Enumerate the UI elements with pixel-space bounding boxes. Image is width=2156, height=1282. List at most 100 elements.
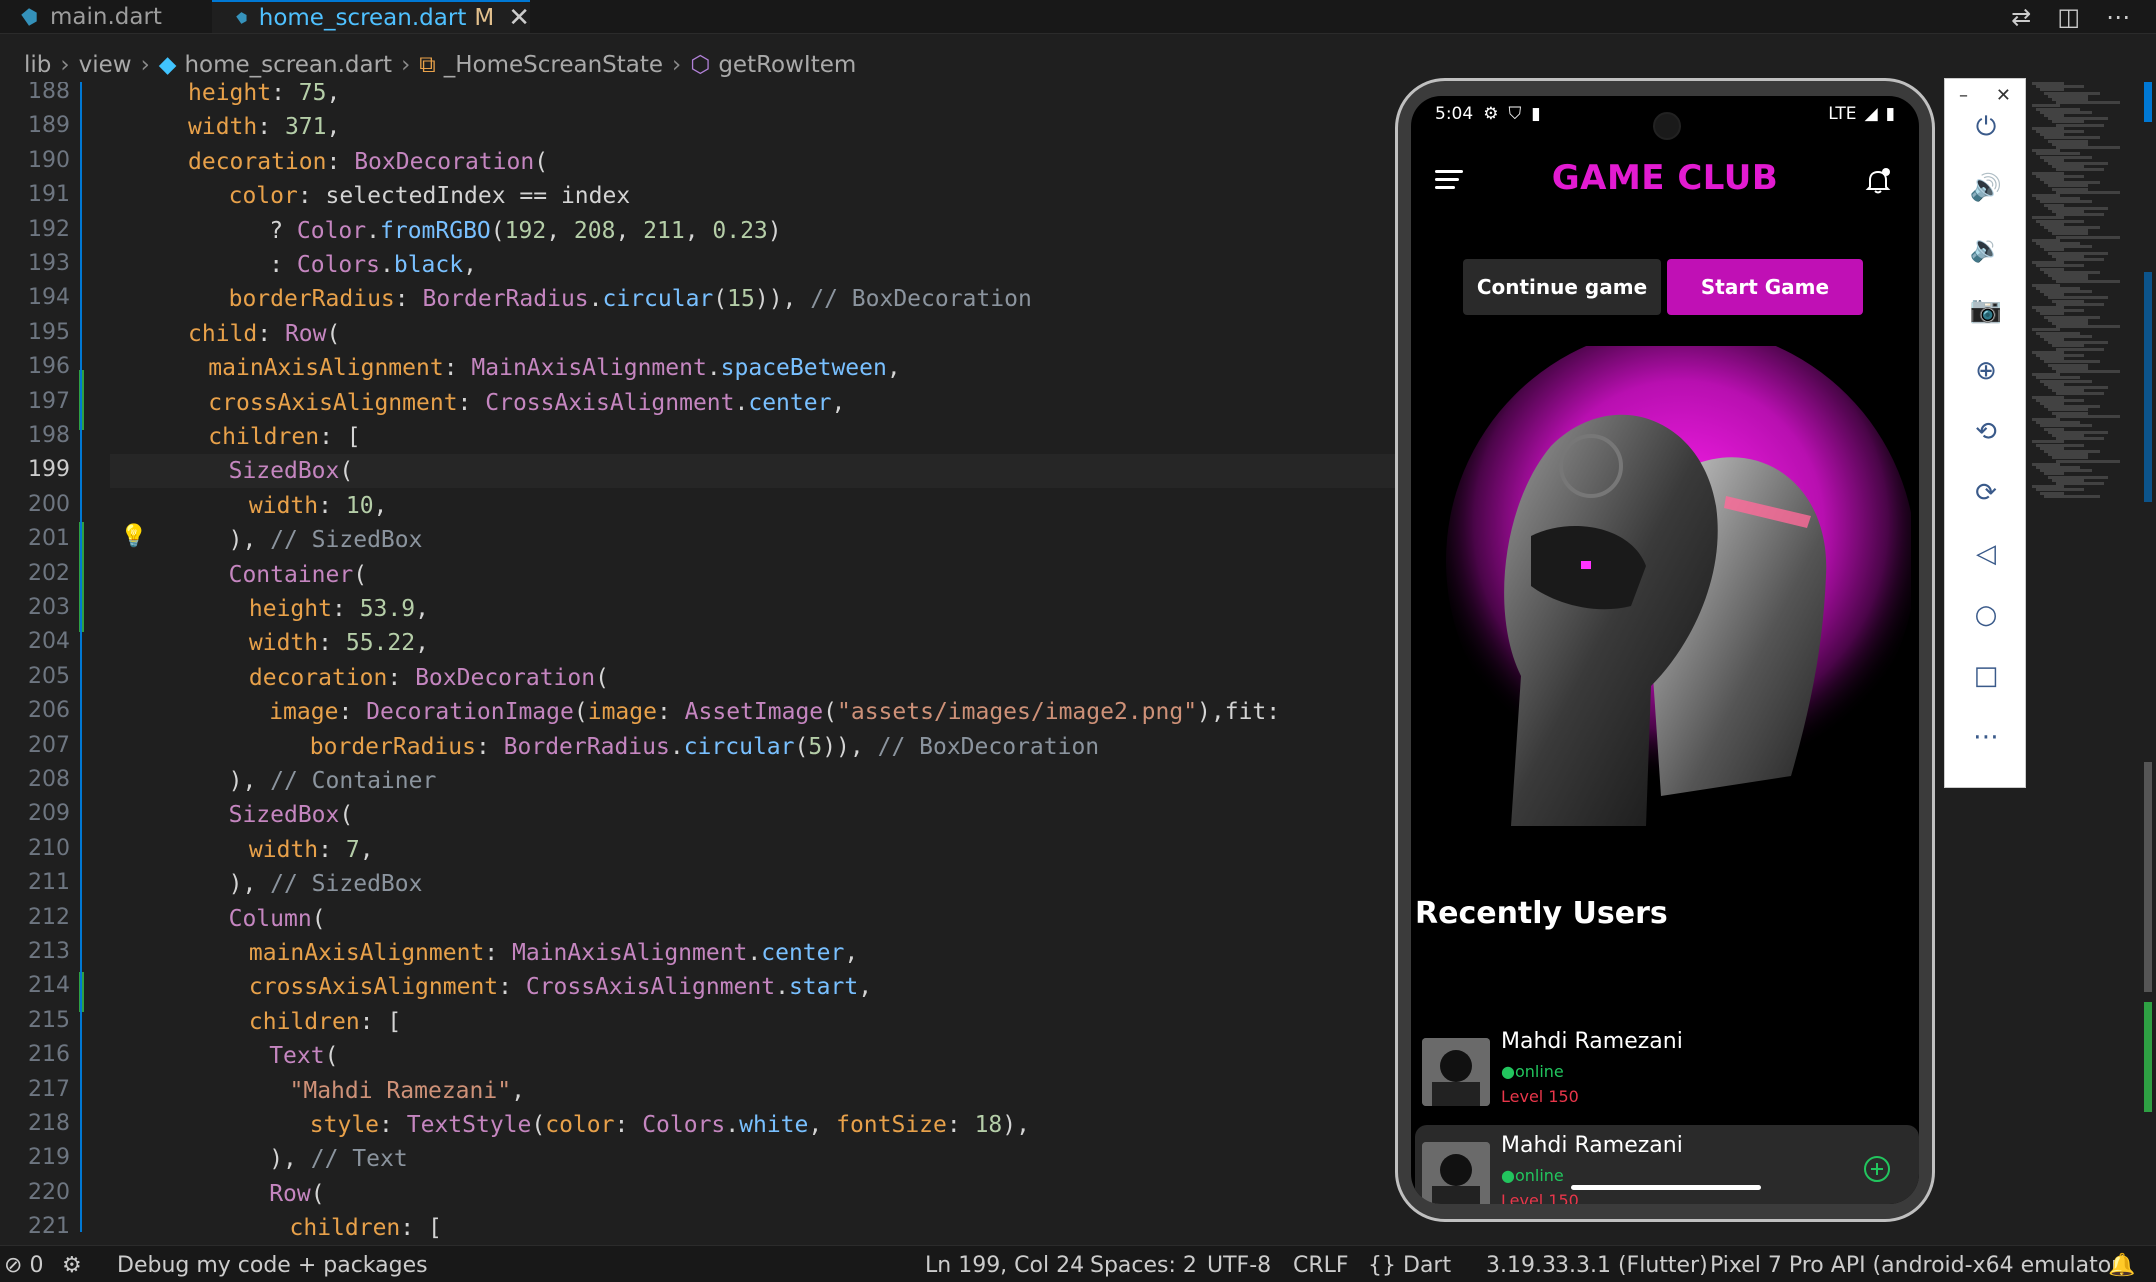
flutter-version[interactable]: 3.3.1 (Flutter)	[1555, 1253, 1708, 1278]
tab-main-dart[interactable]: main.dart	[18, 0, 208, 33]
more-icon[interactable]: ⋯	[1966, 717, 2006, 757]
breadcrumb-class[interactable]: _HomeScreanState	[444, 52, 663, 78]
settings-icon: ⚙	[1483, 104, 1499, 124]
code-line[interactable]: decoration: BoxDecoration(	[249, 661, 609, 695]
code-line[interactable]: ), // Container	[229, 764, 437, 798]
user-name: Mahdi Ramezani	[1501, 1029, 1683, 1054]
code-line[interactable]: borderRadius: BorderRadius.circular(5)),…	[310, 730, 1099, 764]
code-line[interactable]: "Mahdi Ramezani",	[290, 1074, 525, 1108]
zoom-icon[interactable]: ⊕	[1966, 351, 2006, 391]
code-line[interactable]: ), // Text	[269, 1142, 407, 1176]
breadcrumb: lib › view › ◆ home_screan.dart › ⧉ _Hom…	[0, 48, 856, 82]
code-line[interactable]: width: 7,	[249, 833, 374, 867]
volume-down-icon[interactable]: 🔉	[1966, 229, 2006, 269]
split-editor-icon[interactable]: ◫	[2057, 3, 2080, 31]
debug-mode[interactable]: Debug my code + packages	[117, 1253, 428, 1278]
code-line[interactable]: borderRadius: BorderRadius.circular(15))…	[229, 282, 1032, 316]
code-line[interactable]: ), // SizedBox	[229, 867, 423, 901]
code-line[interactable]: ? Color.fromRGBO(192, 208, 211, 0.23)	[269, 214, 781, 248]
code-line[interactable]: mainAxisAlignment: MainAxisAlignment.spa…	[208, 351, 900, 385]
code-line[interactable]: width: 55.22,	[249, 626, 429, 660]
code-line[interactable]: Container(	[229, 558, 367, 592]
code-line[interactable]: Column(	[229, 902, 326, 936]
more-actions-icon[interactable]: ⋯	[2106, 3, 2130, 31]
code-line[interactable]: crossAxisAlignment: CrossAxisAlignment.s…	[249, 970, 872, 1004]
minimize-icon[interactable]: –	[1959, 85, 1968, 106]
code-line[interactable]: children: [	[208, 420, 360, 454]
status-time: 5:04	[1435, 104, 1474, 124]
scroll-marker	[2144, 82, 2152, 122]
notification-bell-icon[interactable]	[1863, 166, 1893, 196]
recently-users-title: Recently Users	[1415, 896, 1668, 931]
code-line[interactable]: height: 53.9,	[249, 592, 429, 626]
scroll-marker	[2144, 1002, 2152, 1112]
code-line[interactable]: children: [	[290, 1211, 442, 1240]
code-line[interactable]: image: DecorationImage(image: AssetImage…	[269, 695, 1280, 729]
user-list-item-selected[interactable]: Mahdi Ramezani ●online Level 150	[1415, 1125, 1919, 1204]
user-avatar	[1422, 1038, 1490, 1106]
debug-icon[interactable]: ⚙	[62, 1253, 82, 1278]
breadcrumb-method[interactable]: getRowItem	[718, 52, 856, 78]
code-line[interactable]: SizedBox(	[110, 454, 1395, 489]
modified-indicator: M	[474, 4, 495, 31]
code-line[interactable]: Row(	[269, 1177, 324, 1211]
close-icon[interactable]: ✕	[1996, 85, 2011, 106]
minimap-line	[2044, 494, 2100, 498]
rotate-right-icon[interactable]: ⟳	[1966, 473, 2006, 513]
code-line[interactable]: mainAxisAlignment: MainAxisAlignment.cen…	[249, 936, 858, 970]
code-line[interactable]: width: 371,	[188, 110, 340, 144]
code-line[interactable]: color: selectedIndex == index	[229, 179, 631, 213]
code-line[interactable]: child: Row(	[188, 317, 340, 351]
add-circle-icon[interactable]	[1863, 1155, 1891, 1183]
tab-home-screan-dart[interactable]: home_screan.dart M ✕	[212, 0, 530, 33]
emulator-screen[interactable]: 5:04 ⚙ ⛉ ▮ LTE ◢ ▮ GAME CLUB Continue ga…	[1411, 96, 1919, 1204]
start-game-button[interactable]: Start Game	[1667, 259, 1863, 315]
editor-scrollbar[interactable]	[2140, 82, 2156, 1212]
code-line[interactable]: height: 75,	[188, 82, 340, 110]
code-line[interactable]: width: 10,	[249, 489, 388, 523]
close-tab-icon[interactable]: ✕	[508, 3, 530, 33]
volume-up-icon[interactable]: 🔊	[1966, 168, 2006, 208]
camera-icon[interactable]: 📷	[1966, 290, 2006, 330]
breadcrumb-file[interactable]: home_screan.dart	[184, 52, 392, 78]
encoding[interactable]: UTF-8	[1207, 1253, 1271, 1278]
dart-version[interactable]: 3.19.3	[1486, 1253, 1556, 1278]
overview-icon[interactable]: □	[1966, 656, 2006, 696]
notifications-bell-icon[interactable]: 🔔	[2108, 1253, 2135, 1278]
language-mode[interactable]: Dart	[1403, 1253, 1451, 1278]
power-icon[interactable]: ⏻	[1966, 107, 2006, 147]
editor-tab-bar: main.dart home_screan.dart M ✕ ⇄ ◫ ⋯	[0, 0, 2156, 34]
app-header: GAME CLUB	[1411, 136, 1919, 216]
minimap-line	[2056, 235, 2120, 239]
signal-icon: ◢	[1864, 104, 1878, 124]
code-line[interactable]: ), // SizedBox	[229, 523, 423, 557]
code-line[interactable]: decoration: BoxDecoration(	[188, 145, 548, 179]
user-list-item[interactable]: Mahdi Ramezani ●online Level 150	[1411, 1021, 1919, 1113]
device-selector[interactable]: Pixel 7 Pro API (android-x64 emulator)	[1710, 1253, 2129, 1278]
home-indicator[interactable]	[1571, 1185, 1761, 1190]
rotate-left-icon[interactable]: ⟲	[1966, 412, 2006, 452]
code-line[interactable]: SizedBox(	[229, 798, 354, 832]
code-line[interactable]: Text(	[269, 1039, 338, 1073]
code-line[interactable]: children: [	[249, 1005, 401, 1039]
breadcrumb-view[interactable]: view	[79, 52, 132, 78]
code-lines[interactable]: height: 75, width: 371, decoration: BoxDec…	[0, 82, 1395, 1240]
minimap-line	[2056, 370, 2120, 373]
scroll-thumb[interactable]	[2144, 762, 2152, 992]
back-icon[interactable]: ◁	[1966, 534, 2006, 574]
source-control-icon[interactable]: ⇄	[2011, 3, 2031, 31]
home-icon[interactable]: ○	[1966, 595, 2006, 635]
code-editor[interactable]: 188 189 190 191 192 193 194 195 196 197 198 199 200 2…	[0, 82, 1395, 1240]
minimap[interactable]	[2022, 82, 2140, 1212]
cursor-position[interactable]: Ln 199, Col 24	[925, 1253, 1084, 1278]
indentation[interactable]: Spaces: 2	[1090, 1253, 1197, 1278]
code-line[interactable]: crossAxisAlignment: CrossAxisAlignment.c…	[208, 386, 845, 420]
continue-game-button[interactable]: Continue game	[1463, 259, 1661, 315]
app-title: GAME CLUB	[1551, 158, 1779, 198]
braces-icon[interactable]: {}	[1368, 1253, 1396, 1278]
problems-indicator[interactable]: ⊘ 0	[4, 1253, 43, 1278]
code-line[interactable]: : Colors.black,	[269, 248, 477, 282]
line-ending[interactable]: CRLF	[1293, 1253, 1349, 1278]
code-line[interactable]: style: TextStyle(color: Colors.white, fo…	[310, 1108, 1030, 1142]
breadcrumb-lib[interactable]: lib	[24, 52, 51, 78]
